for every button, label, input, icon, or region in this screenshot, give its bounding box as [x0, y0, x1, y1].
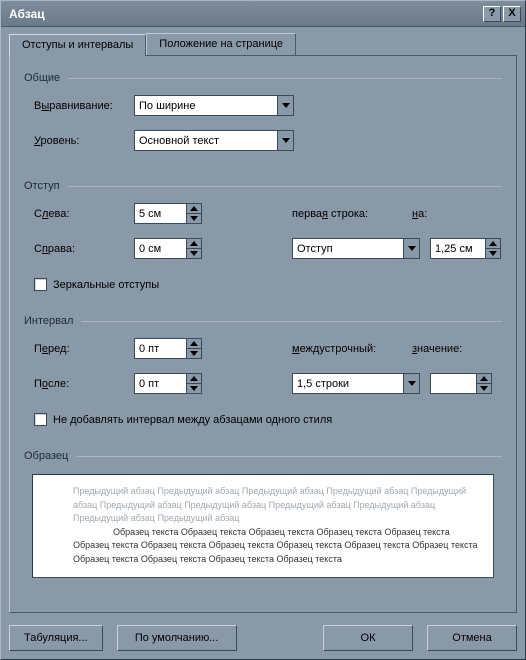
tabs-button[interactable]: Табуляция... [9, 625, 103, 651]
level-value[interactable] [134, 130, 277, 151]
close-button[interactable]: X [503, 6, 521, 22]
group-general: Общие [24, 72, 502, 84]
tab-panel: Общие Выравнивание: Уровень: Отступ [9, 56, 517, 613]
default-button[interactable]: По умолчанию... [117, 625, 237, 651]
spin-down-icon[interactable] [186, 349, 202, 360]
right-label: Справа: [34, 243, 124, 255]
firstline-combo[interactable] [292, 238, 420, 259]
by-spin[interactable] [430, 238, 501, 259]
alignment-label: Выравнивание: [34, 100, 124, 112]
by-value[interactable] [430, 238, 485, 259]
paragraph-dialog: Абзац ? X Отступы и интервалы Положение … [0, 0, 526, 660]
preview-box: Предыдущий абзац Предыдущий абзац Предыд… [32, 474, 494, 578]
left-label: Слева: [34, 208, 124, 220]
tab-indents[interactable]: Отступы и интервалы [9, 34, 146, 56]
spin-up-icon[interactable] [485, 238, 501, 249]
dialog-body: Отступы и интервалы Положение на страниц… [1, 27, 525, 659]
alignment-combo[interactable] [134, 95, 294, 116]
after-label: После: [34, 378, 124, 390]
before-label: Перед: [34, 343, 124, 355]
ok-button[interactable]: ОК [323, 625, 413, 651]
firstline-drop-icon[interactable] [403, 238, 420, 259]
tab-strip: Отступы и интервалы Положение на страниц… [9, 33, 517, 56]
right-value[interactable] [134, 238, 186, 259]
linespacing-value[interactable] [292, 373, 403, 394]
spin-up-icon[interactable] [476, 373, 492, 384]
linespacing-combo[interactable] [292, 373, 420, 394]
level-label: Уровень: [34, 135, 124, 147]
preview-sample: Образец текста Образец текста Образец те… [45, 526, 481, 567]
level-drop-icon[interactable] [277, 130, 294, 151]
dialog-title: Абзац [9, 7, 481, 21]
spin-up-icon[interactable] [186, 338, 202, 349]
value-spin[interactable] [430, 373, 492, 394]
value-value[interactable] [430, 373, 476, 394]
before-value[interactable] [134, 338, 186, 359]
tab-pageflow[interactable]: Положение на странице [146, 33, 296, 55]
spin-up-icon[interactable] [186, 238, 202, 249]
help-button[interactable]: ? [483, 6, 501, 22]
spin-down-icon[interactable] [476, 384, 492, 395]
level-combo[interactable] [134, 130, 294, 151]
nospace-checkbox[interactable] [34, 413, 47, 426]
help-icon: ? [489, 8, 496, 19]
group-spacing: Интервал [24, 315, 502, 327]
before-spin[interactable] [134, 338, 202, 359]
group-preview: Образец [24, 450, 502, 462]
spin-down-icon[interactable] [485, 249, 501, 260]
mirror-checkbox[interactable] [34, 278, 47, 291]
spin-up-icon[interactable] [186, 373, 202, 384]
left-value[interactable] [134, 203, 186, 224]
right-spin[interactable] [134, 238, 202, 259]
linespacing-label: междустрочный: [292, 343, 402, 355]
spin-up-icon[interactable] [186, 203, 202, 214]
preview-previous: Предыдущий абзац Предыдущий абзац Предыд… [45, 485, 481, 526]
spin-down-icon[interactable] [186, 249, 202, 260]
left-spin[interactable] [134, 203, 202, 224]
mirror-label: Зеркальные отступы [53, 279, 159, 291]
firstline-value[interactable] [292, 238, 403, 259]
linespacing-drop-icon[interactable] [403, 373, 420, 394]
spin-down-icon[interactable] [186, 384, 202, 395]
close-icon: X [508, 8, 515, 19]
by-label: на: [412, 208, 462, 220]
value-label: значение: [412, 343, 472, 355]
after-value[interactable] [134, 373, 186, 394]
dialog-buttons: Табуляция... По умолчанию... ОК Отмена [9, 617, 517, 651]
group-indent: Отступ [24, 180, 502, 192]
spin-down-icon[interactable] [186, 214, 202, 225]
cancel-button[interactable]: Отмена [427, 625, 517, 651]
firstline-label: первая строка: [292, 208, 402, 220]
alignment-drop-icon[interactable] [277, 95, 294, 116]
alignment-value[interactable] [134, 95, 277, 116]
titlebar: Абзац ? X [1, 1, 525, 27]
nospace-label: Не добавлять интервал между абзацами одн… [53, 414, 332, 426]
after-spin[interactable] [134, 373, 202, 394]
